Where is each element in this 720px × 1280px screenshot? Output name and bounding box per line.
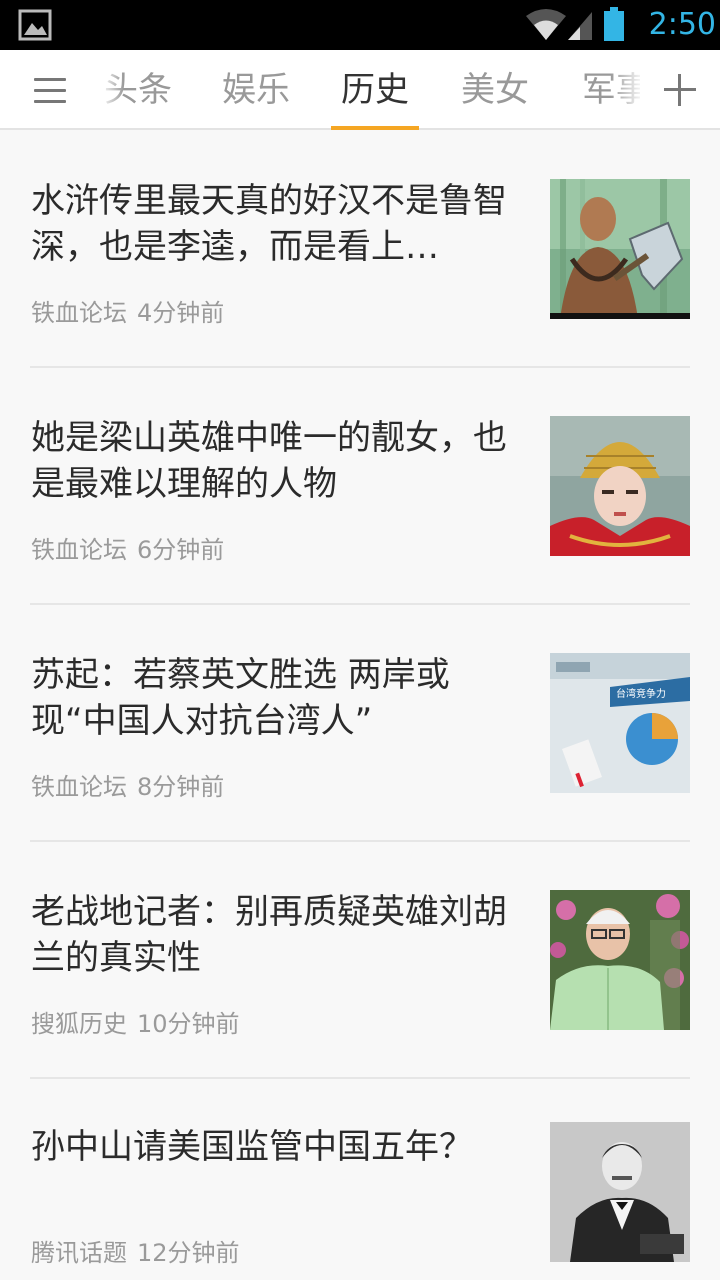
status-bar: 2:50 <box>0 0 720 50</box>
menu-icon[interactable] <box>26 70 74 112</box>
article-meta: 搜狐历史 10分钟前 <box>31 1004 240 1039</box>
article-time: 4分钟前 <box>137 299 225 327</box>
wifi-icon <box>526 9 566 40</box>
article-time: 6分钟前 <box>137 536 225 564</box>
article-title: 老战地记者：别再质疑英雄刘胡兰的真实性 <box>31 892 507 978</box>
article-source: 铁血论坛 <box>31 536 127 564</box>
vintage-portrait-thumbnail <box>550 1122 690 1262</box>
article-meta: 腾讯话题 12分钟前 <box>31 1233 240 1268</box>
gallery-icon <box>18 9 52 41</box>
signal-icon <box>568 12 592 40</box>
article-source: 腾讯话题 <box>31 1239 127 1267</box>
plus-icon[interactable] <box>658 68 702 112</box>
article-item[interactable]: 孙中山请美国监管中国五年？ 腾讯话题 12分钟前 <box>0 1078 720 1280</box>
article-item[interactable]: 老战地记者：别再质疑英雄刘胡兰的真实性 搜狐历史 10分钟前 <box>0 841 720 1078</box>
article-meta: 铁血论坛 8分钟前 <box>31 767 224 802</box>
article-item[interactable]: 苏起：若蔡英文胜选 两岸或现“中国人对抗台湾人” 铁血论坛 8分钟前 台湾竞争力 <box>0 604 720 841</box>
article-source: 铁血论坛 <box>31 773 127 801</box>
article-title: 她是梁山英雄中唯一的靓女，也是最难以理解的人物 <box>31 418 507 504</box>
tv-news-pie-chart-thumbnail: 台湾竞争力 <box>550 653 690 793</box>
channel-tabs: 头条 娱乐 历史 美女 军事 <box>100 50 640 128</box>
female-warrior-helmet-thumbnail <box>550 416 690 556</box>
article-title: 水浒传里最天真的好汉不是鲁智深，也是李逵，而是看上… <box>31 181 507 267</box>
warrior-with-axe-thumbnail <box>550 179 690 319</box>
article-time: 12分钟前 <box>137 1239 240 1267</box>
article-item[interactable]: 她是梁山英雄中唯一的靓女，也是最难以理解的人物 铁血论坛 6分钟前 <box>0 367 720 604</box>
article-meta: 铁血论坛 4分钟前 <box>31 293 224 328</box>
tab-meinv[interactable]: 美女 <box>461 50 529 128</box>
elderly-man-flowers-thumbnail <box>550 890 690 1030</box>
article-source: 搜狐历史 <box>31 1010 127 1038</box>
battery-icon <box>604 7 624 41</box>
tab-yule[interactable]: 娱乐 <box>222 50 290 128</box>
article-title: 孙中山请美国监管中国五年？ <box>31 1127 473 1167</box>
tab-lishi[interactable]: 历史 <box>341 50 409 128</box>
status-time: 2:50 <box>648 7 716 42</box>
article-item[interactable]: 水浒传里最天真的好汉不是鲁智深，也是李逵，而是看上… 铁血论坛 4分钟前 <box>0 130 720 367</box>
article-time: 8分钟前 <box>137 773 225 801</box>
article-time: 10分钟前 <box>137 1010 240 1038</box>
article-title: 苏起：若蔡英文胜选 两岸或现“中国人对抗台湾人” <box>31 655 450 741</box>
thumb-caption: 台湾竞争力 <box>616 687 666 700</box>
article-source: 铁血论坛 <box>31 299 127 327</box>
article-meta: 铁血论坛 6分钟前 <box>31 530 224 565</box>
